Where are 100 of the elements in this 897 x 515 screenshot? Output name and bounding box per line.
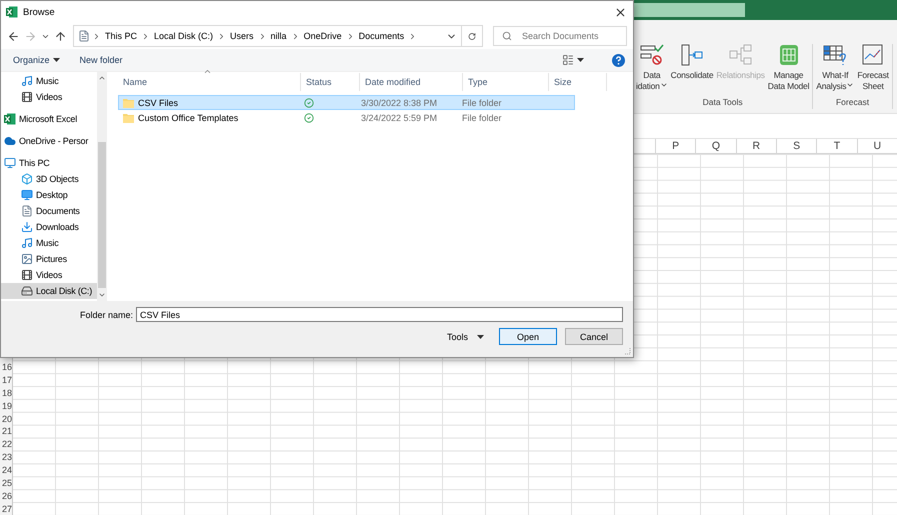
refresh-icon	[468, 30, 476, 42]
row-header[interactable]: 16	[0, 361, 12, 374]
breadcrumb-item[interactable]: Users	[228, 31, 256, 41]
breadcrumb-item[interactable]: OneDrive	[302, 31, 344, 41]
scroll-up-icon[interactable]	[98, 74, 106, 82]
monitor-icon	[21, 189, 33, 201]
sidebar-item[interactable]: Music	[1, 235, 97, 251]
column-header[interactable]: R	[736, 139, 776, 153]
new-folder-button[interactable]: New folder	[80, 55, 123, 65]
date-cell-text: 3/30/2022 8:38 PM	[360, 98, 438, 108]
resize-grip-icon[interactable]	[623, 347, 631, 355]
row-header[interactable]: 21	[0, 425, 12, 438]
forward-arrow-icon	[24, 30, 37, 42]
breadcrumb-item[interactable]: Documents	[356, 31, 406, 41]
breadcrumb-item[interactable]: nilla	[268, 31, 289, 41]
forecast-chart-icon	[861, 44, 886, 66]
file-row[interactable]: Custom Office Templates 3/24/2022 5:59 PM File folder	[118, 110, 575, 125]
search-icon	[502, 31, 512, 41]
row-header[interactable]: 18	[0, 386, 12, 400]
up-arrow-icon	[54, 30, 67, 42]
type-cell-text: File folder	[461, 98, 503, 108]
row-header[interactable]: 19	[0, 400, 12, 413]
group-label: Data Tools	[702, 97, 744, 109]
column-header[interactable]: Q	[695, 139, 736, 153]
document-icon	[21, 205, 33, 217]
date-cell-text: 3/24/2022 5:59 PM	[360, 112, 438, 122]
sidebar-item[interactable]: Videos	[1, 89, 97, 105]
help-icon[interactable]	[612, 54, 625, 66]
row-header[interactable]: 26	[0, 490, 12, 503]
column-header[interactable]: P	[655, 139, 696, 153]
address-bar[interactable]: This PC Local Disk (C:) Users nilla OneDrive Documents	[73, 25, 483, 47]
sidebar-item[interactable]: Music	[1, 73, 97, 89]
ribbon-button[interactable]: Manage Data Model	[766, 44, 810, 97]
column-header[interactable]: Status	[301, 73, 360, 91]
column-header[interactable]: Date modified	[360, 73, 463, 91]
chevron-icon	[92, 32, 101, 40]
view-options-button[interactable]	[562, 54, 584, 66]
relationships-icon	[728, 44, 753, 66]
back-arrow-icon	[7, 30, 20, 42]
cloud-icon	[4, 135, 16, 147]
column-header[interactable]: U	[856, 139, 897, 153]
scrollbar[interactable]	[97, 72, 107, 301]
caret-icon	[477, 334, 484, 338]
breadcrumb-item[interactable]: This PC	[103, 31, 140, 41]
ribbon-button[interactable]: Data idation	[635, 44, 669, 97]
sidebar-item[interactable]: 3D Objects	[1, 171, 97, 187]
up-button[interactable]	[54, 30, 67, 42]
picture-icon	[21, 253, 33, 265]
scroll-down-icon[interactable]	[98, 291, 106, 299]
sidebar-item[interactable]: Videos	[1, 267, 97, 283]
column-header[interactable]: Size	[549, 73, 607, 91]
row-header[interactable]: 25	[0, 477, 12, 490]
folder-icon	[123, 112, 134, 122]
validation-icon	[640, 44, 664, 66]
ribbon-button[interactable]: Forecast Sheet	[856, 44, 890, 97]
sidebar-item[interactable]: Pictures	[1, 251, 97, 267]
tools-button[interactable]: Tools	[447, 328, 491, 345]
sidebar-item[interactable]: This PC	[1, 155, 97, 171]
row-header[interactable]: 23	[0, 451, 12, 464]
consolidate-icon	[680, 44, 704, 66]
column-header[interactable]: Name	[118, 73, 301, 91]
sidebar-item[interactable]: Microsoft Excel	[1, 111, 97, 127]
monitor-icon	[4, 157, 16, 169]
row-header[interactable]: 22	[0, 438, 12, 452]
open-button[interactable]: Open	[499, 328, 557, 345]
column-header[interactable]: S	[776, 139, 816, 153]
type-cell-text: File folder	[461, 112, 503, 122]
ribbon-button[interactable]: What-If Analysis	[815, 44, 856, 97]
breadcrumb-item[interactable]: Local Disk (C:)	[152, 31, 216, 41]
sidebar-item[interactable]: Documents	[1, 203, 97, 219]
list-view-icon	[562, 54, 574, 66]
window-title: Browse	[23, 6, 56, 18]
cancel-button[interactable]: Cancel	[565, 328, 623, 345]
sidebar-item[interactable]: Desktop	[1, 187, 97, 203]
column-header[interactable]: T	[816, 139, 857, 153]
ribbon-button[interactable]: Consolidate	[670, 44, 714, 97]
folder-name-field[interactable]: CSV Files	[136, 307, 623, 322]
back-button[interactable]	[7, 30, 20, 42]
column-header[interactable]: Type	[463, 73, 549, 91]
sidebar-item[interactable]: Downloads	[1, 219, 97, 235]
sidebar-item[interactable]: OneDrive - Persor	[1, 133, 97, 149]
group-label: Forecast	[834, 97, 870, 109]
sidebar-item[interactable]: Local Disk (C:)	[1, 283, 97, 299]
row-header[interactable]: 24	[0, 464, 12, 478]
organize-button[interactable]: Organize	[13, 55, 60, 65]
file-row[interactable]: CSV Files 3/30/2022 8:38 PM File folder	[118, 95, 575, 110]
cube-icon	[21, 173, 33, 185]
row-header[interactable]: 17	[0, 374, 12, 387]
row-header[interactable]: 27	[0, 502, 12, 515]
row-header[interactable]: 20	[0, 412, 12, 426]
music-note-icon	[21, 237, 33, 249]
search-field[interactable]: Search Documents	[493, 26, 627, 46]
drive-icon	[21, 285, 33, 297]
file-name: Custom Office Templates	[138, 112, 238, 122]
film-icon	[21, 269, 33, 281]
caret-icon	[577, 58, 584, 62]
excel-icon	[4, 113, 16, 125]
close-icon	[614, 6, 627, 18]
file-name: CSV Files	[138, 98, 178, 108]
download-arrow-icon	[21, 221, 33, 233]
